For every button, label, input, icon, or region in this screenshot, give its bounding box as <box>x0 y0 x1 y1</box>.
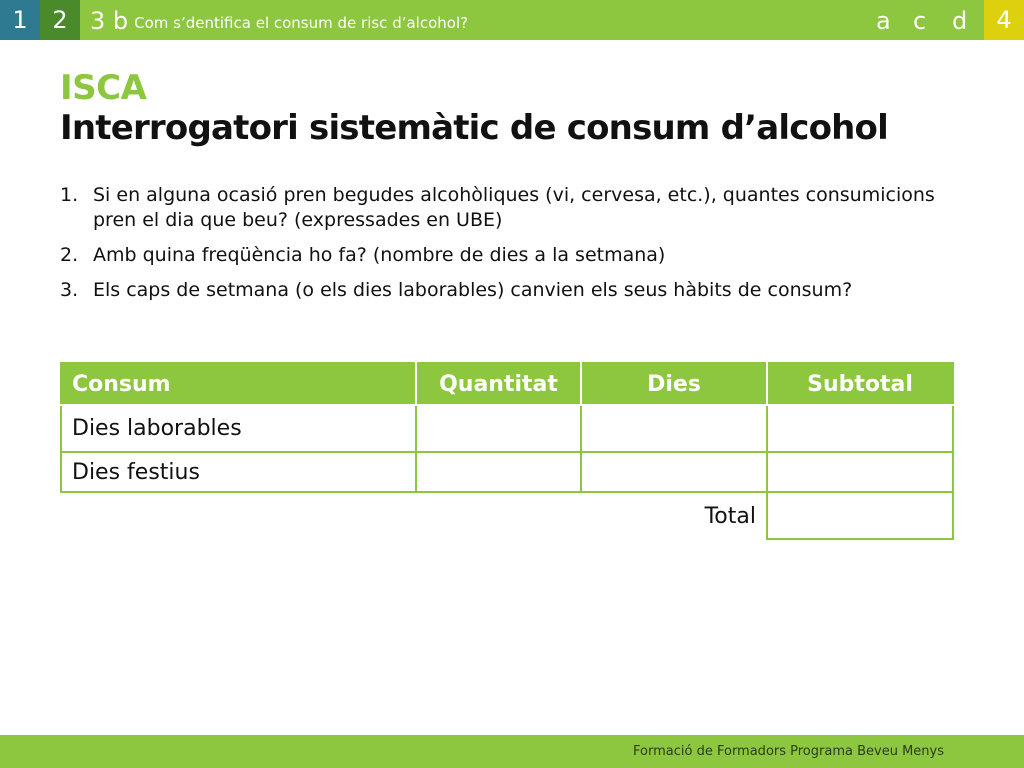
total-label: Total <box>704 503 756 529</box>
quantitat-cell[interactable] <box>415 451 582 493</box>
header-dies: Dies <box>580 362 768 406</box>
nav-tab-3b[interactable]: 3 b Com s’dentifica el consum de risc d’a… <box>90 0 468 40</box>
question-item: 2. Amb quina freqüència ho fa? (nombre d… <box>60 243 940 268</box>
footer-text: Formació de Formadors Programa Beveu Men… <box>633 744 944 759</box>
section-title: Com s’dentifica el consum de risc d’alco… <box>134 14 469 32</box>
quantitat-cell[interactable] <box>415 404 582 453</box>
question-number: 3. <box>60 279 79 301</box>
dies-cell[interactable] <box>580 451 768 493</box>
top-nav-bar: 1 2 3 b Com s’dentifica el consum de risc… <box>0 0 1024 40</box>
question-number: 1. <box>60 184 79 206</box>
nav-tab-1[interactable]: 1 <box>0 0 40 40</box>
table-row: Dies laborables <box>60 404 954 453</box>
question-list: 1. Si en alguna ocasió pren begudes alco… <box>60 183 940 313</box>
question-text: Si en alguna ocasió pren begudes alcohòl… <box>93 184 935 231</box>
nav-tab-3b-label: 3 b <box>90 7 129 35</box>
question-item: 1. Si en alguna ocasió pren begudes alco… <box>60 183 940 233</box>
dies-cell[interactable] <box>580 404 768 453</box>
row-label-laborables: Dies laborables <box>60 404 417 453</box>
nav-link-a[interactable]: a <box>876 0 891 40</box>
question-text: Els caps de setmana (o els dies laborabl… <box>93 279 853 301</box>
nav-link-c[interactable]: c <box>913 0 926 40</box>
nav-tab-2[interactable]: 2 <box>40 0 80 40</box>
header-consum: Consum <box>60 362 417 406</box>
nav-tab-4[interactable]: 4 <box>984 0 1024 40</box>
header-quantitat: Quantitat <box>415 362 582 406</box>
total-cell[interactable] <box>766 491 954 540</box>
subtotal-cell[interactable] <box>766 404 954 453</box>
question-text: Amb quina freqüència ho fa? (nombre de d… <box>93 244 666 266</box>
page-acronym: ISCA <box>60 68 147 108</box>
table-row: Dies festius <box>60 451 954 493</box>
page-title: Interrogatori sistemàtic de consum d’alc… <box>60 108 889 148</box>
table-header-row: Consum Quantitat Dies Subtotal <box>60 362 954 406</box>
question-number: 2. <box>60 244 79 266</box>
row-label-festius: Dies festius <box>60 451 417 493</box>
question-item: 3. Els caps de setmana (o els dies labor… <box>60 278 940 303</box>
nav-link-d[interactable]: d <box>952 0 967 40</box>
footer-bar: Formació de Formadors Programa Beveu Men… <box>0 735 1024 768</box>
total-row: Total <box>61 491 954 540</box>
subtotal-cell[interactable] <box>766 451 954 493</box>
consumption-table: Consum Quantitat Dies Subtotal Dies labo… <box>60 362 954 540</box>
header-subtotal: Subtotal <box>766 362 954 406</box>
